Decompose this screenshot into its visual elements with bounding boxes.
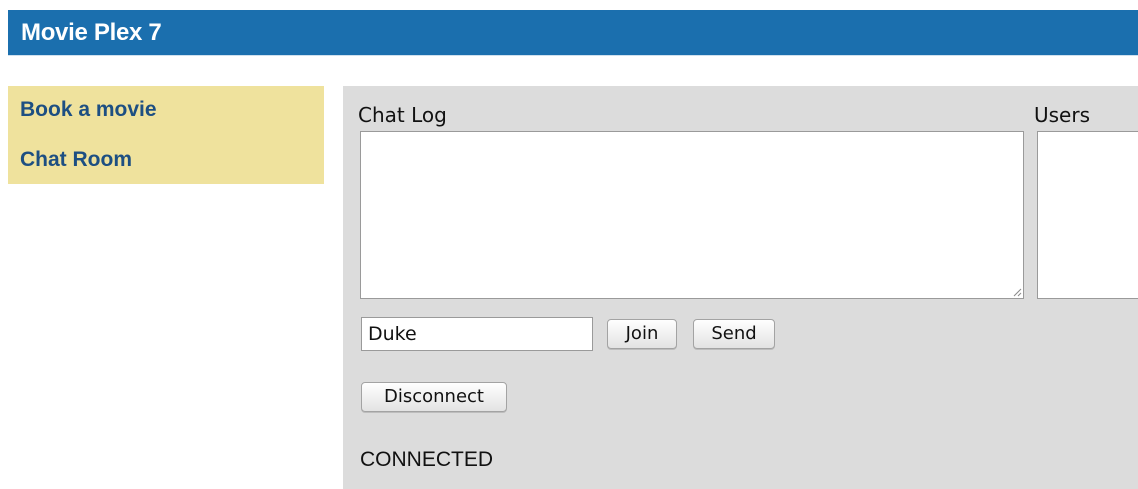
- chat-log-textarea[interactable]: [360, 131, 1024, 299]
- sidebar-nav: Book a movie Chat Room: [8, 86, 324, 184]
- join-button[interactable]: Join: [607, 319, 677, 349]
- resize-grip-icon[interactable]: [1012, 287, 1022, 297]
- chat-log-wrapper: [360, 131, 1024, 299]
- disconnect-button[interactable]: Disconnect: [361, 382, 507, 412]
- username-input[interactable]: [361, 317, 593, 351]
- chat-panel: Chat Log Users Join Send Disconnect CONN…: [343, 86, 1138, 489]
- page: Movie Plex 7 Book a movie Chat Room Chat…: [0, 0, 1138, 489]
- sidebar-item-chat-room[interactable]: Chat Room: [20, 148, 132, 172]
- users-label: Users: [1034, 103, 1091, 127]
- chat-log-label: Chat Log: [358, 103, 447, 127]
- app-header: Movie Plex 7: [8, 10, 1138, 56]
- app-title: Movie Plex 7: [21, 19, 162, 46]
- connection-status: CONNECTED: [360, 448, 494, 471]
- sidebar-item-book-a-movie[interactable]: Book a movie: [20, 98, 157, 122]
- send-button[interactable]: Send: [693, 319, 775, 349]
- users-list[interactable]: [1037, 131, 1138, 299]
